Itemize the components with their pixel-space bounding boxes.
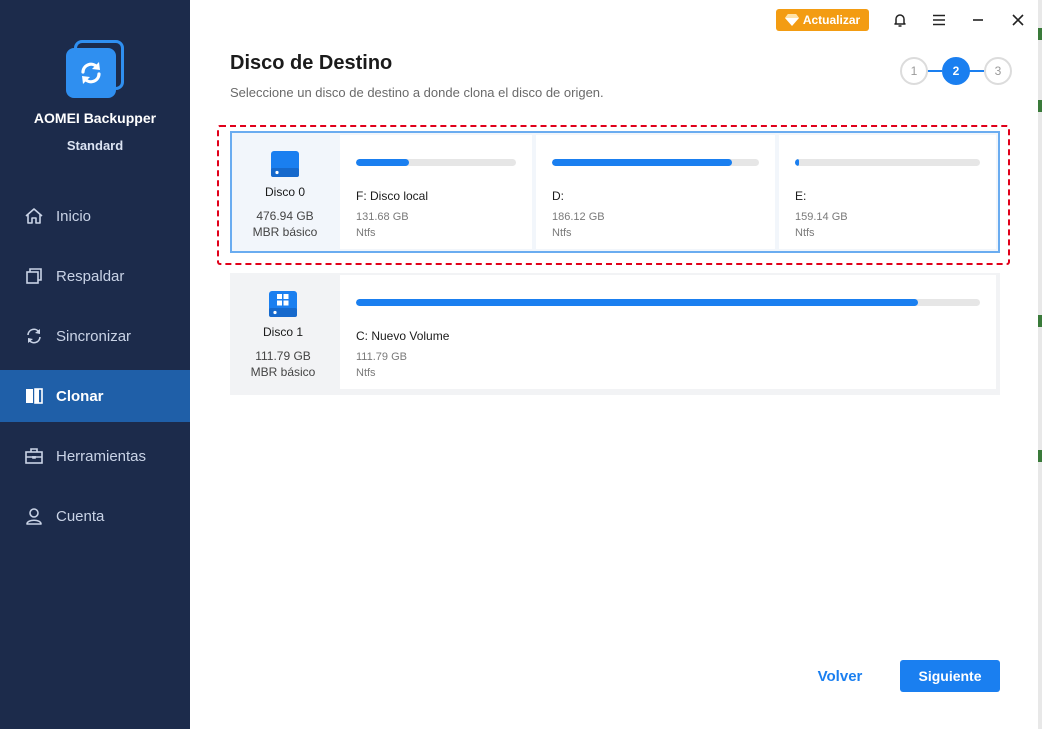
disk-size: 111.79 GB: [255, 349, 311, 363]
partition-label: F: Disco local: [356, 189, 429, 203]
page-title: Disco de Destino: [230, 52, 393, 74]
clone-icon: [24, 386, 44, 406]
close-icon[interactable]: [1006, 8, 1030, 32]
sidebar-item-inicio[interactable]: Inicio: [0, 190, 190, 242]
upgrade-button[interactable]: Actualizar: [776, 9, 869, 31]
step-3: 3: [984, 57, 1012, 85]
usage-bar: [795, 159, 980, 166]
bell-icon[interactable]: [888, 8, 912, 32]
next-button[interactable]: Siguiente: [900, 660, 1000, 692]
partition-fs: Ntfs: [795, 227, 815, 239]
page-subtitle: Seleccione un disco de destino a donde c…: [230, 85, 604, 100]
sidebar-item-label: Cuenta: [56, 507, 105, 525]
edge-mark: [1038, 450, 1042, 462]
partition-c[interactable]: C: Nuevo Volume 111.79 GB Ntfs: [340, 275, 996, 389]
usage-bar: [552, 159, 759, 166]
disk-name: Disco 1: [262, 325, 303, 339]
disk-name: Disco 0: [264, 185, 305, 199]
step-connector: [926, 70, 942, 72]
sidebar-item-label: Inicio: [56, 207, 92, 225]
usage-bar-fill: [356, 159, 409, 166]
sidebar-item-label: Respaldar: [56, 267, 125, 285]
disk-row-disco-1[interactable]: Disco 1 111.79 GB MBR básico C: Nuevo Vo…: [230, 273, 1000, 395]
sidebar-item-sincronizar[interactable]: Sincronizar: [0, 310, 190, 362]
app-name: AOMEI Backupper: [33, 110, 157, 126]
disk-row-disco-0[interactable]: Disco 0 476.94 GB MBR básico F: Disco lo…: [230, 131, 1000, 253]
sidebar-item-clonar[interactable]: Clonar: [0, 370, 190, 422]
edge-mark: [1038, 315, 1042, 327]
hard-drive-icon: [270, 149, 300, 184]
partition-fs: Ntfs: [356, 367, 376, 379]
sidebar-item-herramientas[interactable]: Herramientas: [0, 430, 190, 482]
edge-mark: [1038, 100, 1042, 112]
partition-e[interactable]: E: 159.14 GB Ntfs: [779, 135, 996, 249]
usage-bar-fill: [795, 159, 799, 166]
usage-bar: [356, 299, 980, 306]
user-icon: [24, 506, 44, 526]
disk-type: MBR básico: [250, 365, 316, 379]
sidebar-item-respaldar[interactable]: Respaldar: [0, 250, 190, 302]
disk-size: 476.94 GB: [256, 209, 314, 223]
sidebar-nav: Inicio Respaldar Sincronizar Clonar Herr…: [0, 190, 190, 550]
partition-fs: Ntfs: [552, 227, 572, 239]
step-connector: [968, 70, 984, 72]
home-icon: [24, 206, 44, 226]
upgrade-label: Actualizar: [802, 13, 861, 27]
usage-bar: [356, 159, 516, 166]
app-window: AOMEI Backupper Standard Inicio Respalda…: [0, 0, 1042, 729]
partition-size: 111.79 GB: [356, 351, 407, 363]
usage-bar-fill: [356, 299, 918, 306]
sync-icon: [24, 326, 44, 346]
app-edition: Standard: [66, 138, 124, 153]
sidebar-item-cuenta[interactable]: Cuenta: [0, 490, 190, 542]
partition-size: 159.14 GB: [795, 211, 848, 223]
sidebar-item-label: Sincronizar: [56, 327, 132, 345]
partition-label: E:: [795, 189, 807, 203]
step-indicator: 1 2 3: [900, 57, 1012, 85]
diamond-icon: [784, 14, 799, 26]
sidebar-item-label: Herramientas: [56, 447, 147, 465]
toolbox-icon: [24, 446, 44, 466]
step-2: 2: [942, 57, 970, 85]
sidebar-item-label: Clonar: [56, 387, 104, 405]
disk-type: MBR básico: [252, 225, 318, 239]
back-button[interactable]: Volver: [805, 660, 875, 692]
partition-size: 131.68 GB: [356, 211, 409, 223]
step-1: 1: [900, 57, 928, 85]
disk-info: Disco 0 476.94 GB MBR básico: [232, 133, 342, 251]
sidebar: AOMEI Backupper Standard Inicio Respalda…: [0, 0, 190, 729]
partition-fs: Ntfs: [356, 227, 376, 239]
backup-icon: [24, 266, 44, 286]
sync-logo-icon: [66, 48, 116, 98]
app-logo: [66, 40, 124, 98]
partition-size: 186.12 GB: [552, 211, 605, 223]
partition-f[interactable]: F: Disco local 131.68 GB Ntfs: [340, 135, 532, 249]
edge-mark: [1038, 28, 1042, 40]
menu-icon[interactable]: [927, 8, 951, 32]
disk-info: Disco 1 111.79 GB MBR básico: [230, 273, 340, 395]
partition-label: C: Nuevo Volume: [356, 329, 450, 343]
usage-bar-fill: [552, 159, 733, 166]
partition-d[interactable]: D: 186.12 GB Ntfs: [536, 135, 775, 249]
system-drive-icon: [268, 289, 298, 324]
minimize-icon[interactable]: [966, 8, 990, 32]
partition-label: D:: [552, 189, 564, 203]
